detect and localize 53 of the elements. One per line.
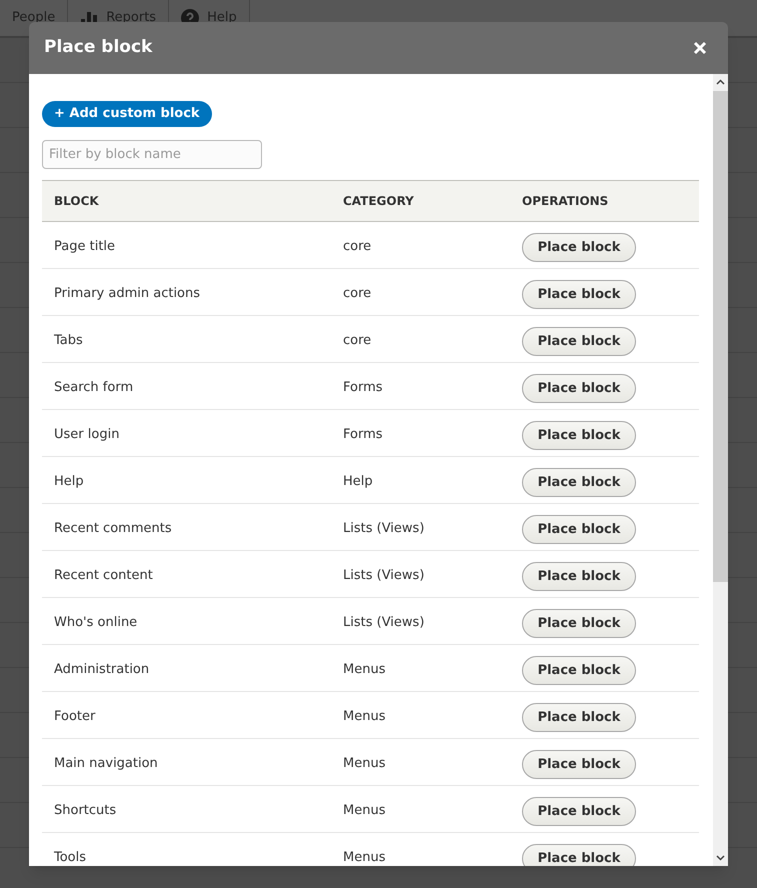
block-name-cell: Recent content: [42, 550, 331, 598]
place-block-button[interactable]: Place block: [522, 608, 636, 638]
scrollbar-thumb[interactable]: [713, 91, 728, 582]
block-name-cell: Main navigation: [42, 738, 331, 786]
scroll-up-icon[interactable]: [716, 79, 725, 85]
place-block-button[interactable]: Place block: [522, 702, 636, 732]
dialog-title: Place block: [44, 36, 152, 60]
category-cell: core: [331, 315, 510, 362]
category-cell: Lists (Views): [331, 597, 510, 644]
block-name-cell: Tools: [42, 832, 331, 866]
category-cell: Forms: [331, 362, 510, 410]
category-cell: Menus: [331, 832, 510, 866]
block-name-cell: Primary admin actions: [42, 268, 331, 316]
add-custom-block-button[interactable]: + Add custom block: [42, 100, 212, 127]
block-name-cell: User login: [42, 409, 331, 456]
place-block-button[interactable]: Place block: [522, 562, 636, 591]
block-name-cell: Recent comments: [42, 503, 331, 550]
category-cell: Menus: [331, 785, 510, 832]
column-header: CATEGORY: [331, 180, 510, 222]
category-cell: Menus: [331, 691, 510, 738]
filter-field[interactable]: Filter by block name: [42, 140, 262, 169]
block-name-cell: Shortcuts: [42, 785, 331, 832]
place-block-button[interactable]: Place block: [522, 796, 636, 826]
place-block-button[interactable]: Place block: [522, 514, 636, 544]
place-block-button[interactable]: Place block: [522, 750, 636, 779]
place-block-button[interactable]: Place block: [522, 280, 636, 309]
category-cell: core: [331, 268, 510, 316]
scroll-down-icon[interactable]: [716, 855, 725, 861]
column-header: OPERATIONS: [510, 180, 699, 222]
place-block-button[interactable]: Place block: [522, 374, 636, 403]
block-name-cell: Page title: [42, 221, 331, 268]
place-block-button[interactable]: Place block: [522, 468, 636, 497]
category-cell: Lists (Views): [331, 503, 510, 550]
category-cell: Lists (Views): [331, 550, 510, 598]
block-name-cell: Tabs: [42, 315, 331, 362]
close-button[interactable]: [692, 40, 708, 56]
category-cell: Menus: [331, 738, 510, 786]
block-name-cell: Administration: [42, 644, 331, 692]
category-cell: Help: [331, 456, 510, 504]
block-name-cell: Who's online: [42, 597, 331, 644]
category-cell: core: [331, 221, 510, 268]
column-header: BLOCK: [42, 180, 331, 222]
block-name-cell: Help: [42, 456, 331, 504]
category-cell: Menus: [331, 644, 510, 692]
place-block-button[interactable]: Place block: [522, 232, 636, 262]
block-name-cell: Footer: [42, 691, 331, 738]
place-block-button[interactable]: Place block: [522, 326, 636, 356]
category-cell: Forms: [331, 409, 510, 456]
scrollbar[interactable]: [713, 74, 728, 866]
place-block-button[interactable]: Place block: [522, 420, 636, 450]
place-block-button[interactable]: Place block: [522, 656, 636, 685]
place-block-button[interactable]: Place block: [522, 844, 636, 866]
block-name-cell: Search form: [42, 362, 331, 410]
